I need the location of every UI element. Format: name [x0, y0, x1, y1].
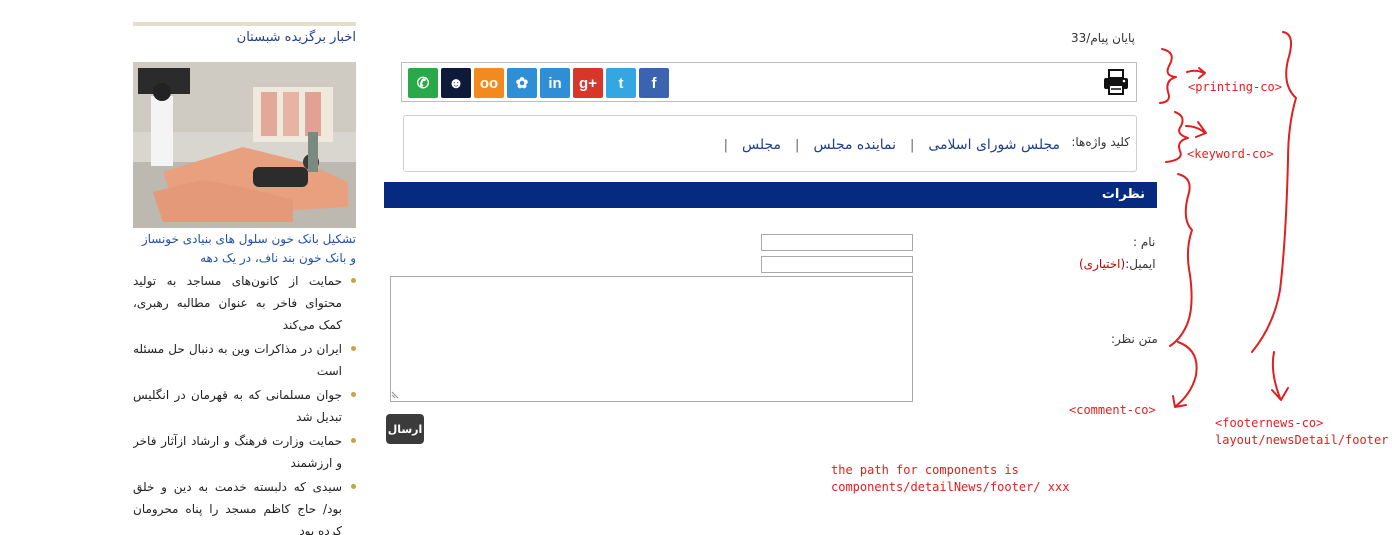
share-icons: ✆ ☻ oo ✿ in g+ t f — [408, 68, 669, 98]
optional-note: (اختیاری) — [1079, 257, 1126, 271]
email-field[interactable] — [761, 256, 913, 273]
bullet-icon — [351, 438, 356, 443]
share-toolbar: ✆ ☻ oo ✿ in g+ t f — [401, 62, 1137, 102]
bullet-icon — [351, 392, 356, 397]
keyword-link[interactable]: مجلس شورای اسلامی — [928, 137, 1060, 153]
bullet-icon — [351, 346, 356, 351]
linkedin-icon[interactable]: in — [540, 68, 570, 98]
soroush-icon[interactable]: ✿ — [507, 68, 537, 98]
featured-news-sidebar: اخبار برگزیده شبستان تشکیل بانک خون سلول… — [133, 22, 356, 535]
keyword-separator: | — [795, 137, 800, 153]
featured-news-link[interactable]: تشکیل بانک خون سلول های بنیادی خونساز و … — [133, 230, 356, 268]
list-item[interactable]: حمایت از کانون‌های مساجد به تولید محتوای… — [133, 270, 356, 336]
comment-annotation: <comment-co> — [1069, 403, 1156, 417]
keyword-separator: | — [723, 137, 729, 153]
list-item-text[interactable]: جوان مسلمانی که به قهرمان در انگلیس تبدی… — [133, 388, 342, 424]
name-label: نام : — [1133, 235, 1156, 249]
keyword-annotation: <keyword-co> — [1187, 147, 1274, 161]
list-item[interactable]: سیدی که دلبسته خدمت به دین و خلق بود/ حا… — [133, 476, 356, 535]
end-of-message: پایان پیام/33 — [1071, 31, 1135, 45]
list-item[interactable]: جوان مسلمانی که به قهرمان در انگلیس تبدی… — [133, 384, 356, 428]
bullet-icon — [351, 278, 356, 283]
printing-annotation: <printing-co> — [1188, 80, 1282, 94]
comment-body-label: متن نظر: — [1111, 332, 1158, 346]
comments-title: نظرات — [1101, 187, 1145, 202]
footernews-annotation: <footernews-co> layout/newsDetail/footer — [1215, 415, 1388, 449]
sidebar-title: اخبار برگزیده شبستان — [236, 30, 356, 45]
whatsapp-icon[interactable]: ✆ — [408, 68, 438, 98]
list-item-text[interactable]: حمایت وزارت فرهنگ و ارشاد ازآثار فاخر و … — [133, 434, 342, 470]
footernews-annotation-line2: layout/newsDetail/footer — [1215, 433, 1389, 447]
list-item[interactable]: ایران در مذاکرات وین به دنبال حل مسئله ا… — [133, 338, 356, 382]
sidebar-top-rule — [133, 22, 356, 26]
submit-comment-button[interactable]: ارسال — [386, 414, 424, 444]
baleh-icon[interactable]: ☻ — [441, 68, 471, 98]
keyword-link[interactable]: مجلس — [742, 137, 781, 153]
keyword-list: مجلس شورای اسلامی | نماینده مجلس | مجلس … — [710, 137, 1060, 153]
path-note-line2: components/detailNews/footer/ xxx — [831, 480, 1070, 494]
printer-icon[interactable] — [1102, 68, 1130, 96]
email-label: ایمیل:(اختیاری) — [1079, 257, 1156, 271]
featured-news-image[interactable] — [133, 62, 356, 228]
cloob-icon[interactable]: oo — [474, 68, 504, 98]
keyword-separator: | — [909, 137, 915, 153]
googleplus-icon[interactable]: g+ — [573, 68, 603, 98]
path-note-line1: the path for components is — [831, 463, 1019, 477]
footernews-annotation-line1: <footernews-co> — [1215, 416, 1324, 430]
list-item-text[interactable]: حمایت از کانون‌های مساجد به تولید محتوای… — [133, 274, 342, 332]
facebook-icon[interactable]: f — [639, 68, 669, 98]
keyword-link[interactable]: نماینده مجلس — [813, 137, 896, 153]
list-item-text[interactable]: ایران در مذاکرات وین به دنبال حل مسئله ا… — [133, 342, 342, 378]
keywords-label: کلید واژه‌ها: — [1071, 135, 1130, 149]
list-item[interactable]: حمایت وزارت فرهنگ و ارشاد ازآثار فاخر و … — [133, 430, 356, 474]
twitter-icon[interactable]: t — [606, 68, 636, 98]
name-field[interactable] — [761, 234, 913, 251]
keyword-box: کلید واژه‌ها: مجلس شورای اسلامی | نمایند… — [403, 115, 1137, 172]
list-item-text[interactable]: سیدی که دلبسته خدمت به دین و خلق بود/ حا… — [133, 480, 342, 535]
resize-grip-icon[interactable] — [391, 389, 401, 399]
bullet-icon — [351, 484, 356, 489]
path-note: the path for components is components/de… — [831, 462, 1069, 496]
comment-textarea[interactable] — [390, 276, 913, 402]
featured-news-list: حمایت از کانون‌های مساجد به تولید محتوای… — [133, 270, 356, 535]
email-label-text: ایمیل: — [1125, 257, 1156, 271]
comments-header: نظرات — [384, 182, 1157, 208]
